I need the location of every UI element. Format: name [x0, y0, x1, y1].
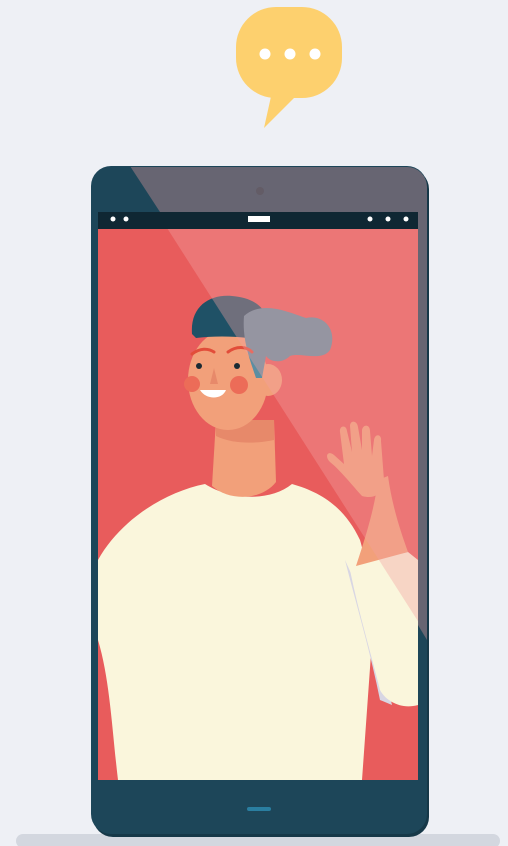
home-indicator-icon [247, 807, 271, 811]
speech-bubble-icon [236, 7, 342, 128]
illustration-canvas [16, 7, 500, 846]
status-bar [98, 212, 418, 229]
video-call-illustration [0, 0, 508, 846]
ellipsis-icon [259, 48, 321, 60]
bezel-glare-right [418, 212, 427, 640]
bezel-glare [130, 167, 427, 212]
phone-screen [98, 212, 418, 780]
